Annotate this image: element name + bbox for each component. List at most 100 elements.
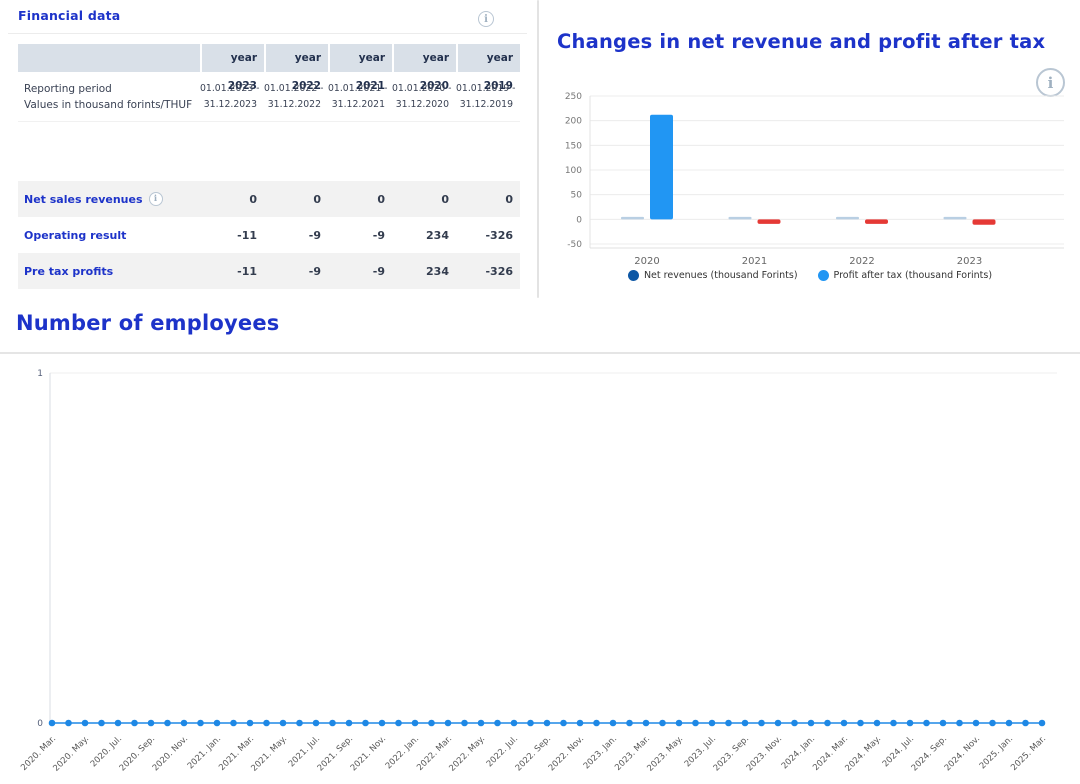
- employees-point[interactable]: [115, 720, 122, 727]
- legend-item-profit-after-tax[interactable]: Profit after tax (thousand Forints): [818, 270, 993, 281]
- info-icon[interactable]: i: [478, 11, 494, 27]
- bar-profit-after-tax-2021[interactable]: [758, 219, 781, 224]
- employees-point[interactable]: [511, 720, 518, 727]
- employees-point[interactable]: [131, 720, 138, 727]
- employees-point[interactable]: [494, 720, 501, 727]
- period-2021: 01.01.2021 - 31.12.2021: [328, 81, 392, 113]
- employees-point[interactable]: [742, 720, 749, 727]
- cell-value: 0: [264, 193, 328, 206]
- employees-point[interactable]: [412, 720, 419, 727]
- employees-point[interactable]: [49, 720, 56, 727]
- employees-point[interactable]: [626, 720, 633, 727]
- period-2020: 01.01.2020 - 31.12.2020: [392, 81, 456, 113]
- employees-point[interactable]: [148, 720, 155, 727]
- employees-point[interactable]: [346, 720, 353, 727]
- cell-value: 234: [392, 265, 456, 278]
- employees-point[interactable]: [890, 720, 897, 727]
- legend-item-net-revenues[interactable]: Net revenues (thousand Forints): [628, 270, 798, 281]
- info-icon[interactable]: i: [149, 192, 163, 206]
- employees-point[interactable]: [577, 720, 584, 727]
- employees-point[interactable]: [263, 720, 270, 727]
- employees-point[interactable]: [478, 720, 485, 727]
- employees-point[interactable]: [313, 720, 320, 727]
- bar-net-revenues-2023[interactable]: [944, 217, 967, 220]
- bar-net-revenues-2021[interactable]: [729, 217, 752, 220]
- table-row-net-sales-revenues: Net sales revenues i 0 0 0 0 0: [18, 181, 520, 217]
- employees-point[interactable]: [907, 720, 914, 727]
- table-row-operating-result: Operating result -11 -9 -9 234 -326: [18, 217, 520, 253]
- employees-point[interactable]: [379, 720, 386, 727]
- employees-point[interactable]: [709, 720, 716, 727]
- bar-net-revenues-2020[interactable]: [621, 217, 644, 220]
- y-tick-label: 100: [565, 166, 582, 176]
- employees-point[interactable]: [98, 720, 105, 727]
- employees-point[interactable]: [395, 720, 402, 727]
- cell-value: -9: [328, 229, 392, 242]
- bar-profit-after-tax-2022[interactable]: [865, 219, 888, 224]
- y-tick-label: 250: [565, 92, 582, 102]
- employees-point[interactable]: [461, 720, 468, 727]
- revenue-chart-title: Changes in net revenue and profit after …: [557, 30, 1067, 53]
- x-tick-label: 2024. May.: [843, 734, 883, 774]
- employees-point[interactable]: [775, 720, 782, 727]
- employees-point[interactable]: [1039, 720, 1046, 727]
- legend-label: Profit after tax (thousand Forints): [834, 270, 993, 281]
- bar-net-revenues-2022[interactable]: [836, 217, 859, 220]
- employees-point[interactable]: [940, 720, 947, 727]
- employees-point[interactable]: [280, 720, 287, 727]
- employees-point[interactable]: [1022, 720, 1029, 727]
- header-year-2023: year 2023: [200, 44, 264, 72]
- employees-point[interactable]: [874, 720, 881, 727]
- employees-point[interactable]: [725, 720, 732, 727]
- cell-value: -326: [456, 229, 520, 242]
- employees-point[interactable]: [643, 720, 650, 727]
- employees-point[interactable]: [610, 720, 617, 727]
- employees-point[interactable]: [560, 720, 567, 727]
- employees-point[interactable]: [164, 720, 171, 727]
- bar-profit-after-tax-2020[interactable]: [650, 115, 673, 220]
- y-tick-label: -50: [567, 240, 582, 250]
- employees-point[interactable]: [296, 720, 303, 727]
- employees-point[interactable]: [956, 720, 963, 727]
- bar-profit-after-tax-2023[interactable]: [973, 219, 996, 224]
- employees-point[interactable]: [230, 720, 237, 727]
- y-tick-label: 0: [576, 215, 582, 225]
- employees-point[interactable]: [692, 720, 699, 727]
- employees-point[interactable]: [544, 720, 551, 727]
- employees-point[interactable]: [824, 720, 831, 727]
- employees-point[interactable]: [214, 720, 221, 727]
- employees-point[interactable]: [197, 720, 204, 727]
- employees-point[interactable]: [973, 720, 980, 727]
- employees-line-chart: 102020. Mar.2020. May.2020. Jul.2020. Se…: [0, 360, 1080, 784]
- employees-point[interactable]: [989, 720, 996, 727]
- employees-point[interactable]: [65, 720, 72, 727]
- employees-point[interactable]: [428, 720, 435, 727]
- employees-chart-title: Number of employees: [16, 311, 279, 335]
- period-2022: 01.01.2022 - 31.12.2022: [264, 81, 328, 113]
- x-tick-label: 2020. May.: [51, 734, 91, 774]
- employees-point[interactable]: [329, 720, 336, 727]
- employees-point[interactable]: [445, 720, 452, 727]
- employees-point[interactable]: [593, 720, 600, 727]
- x-tick-label: 2022. May.: [447, 734, 487, 774]
- cell-value: -9: [264, 265, 328, 278]
- x-tick-label: 2021. May.: [249, 734, 289, 774]
- employees-point[interactable]: [247, 720, 254, 727]
- employees-point[interactable]: [1006, 720, 1013, 727]
- table-spacer: [18, 122, 520, 181]
- employees-point[interactable]: [791, 720, 798, 727]
- employees-point[interactable]: [181, 720, 188, 727]
- employees-point[interactable]: [676, 720, 683, 727]
- employees-point[interactable]: [362, 720, 369, 727]
- employees-point[interactable]: [659, 720, 666, 727]
- employees-point[interactable]: [857, 720, 864, 727]
- employees-point[interactable]: [923, 720, 930, 727]
- employees-point[interactable]: [841, 720, 848, 727]
- x-tick-label: 2025. Mar.: [1009, 734, 1048, 773]
- employees-point[interactable]: [82, 720, 89, 727]
- employees-point[interactable]: [527, 720, 534, 727]
- header-year-2022: year 2022: [264, 44, 328, 72]
- employees-point[interactable]: [758, 720, 765, 727]
- employees-point[interactable]: [808, 720, 815, 727]
- cell-value: 234: [392, 229, 456, 242]
